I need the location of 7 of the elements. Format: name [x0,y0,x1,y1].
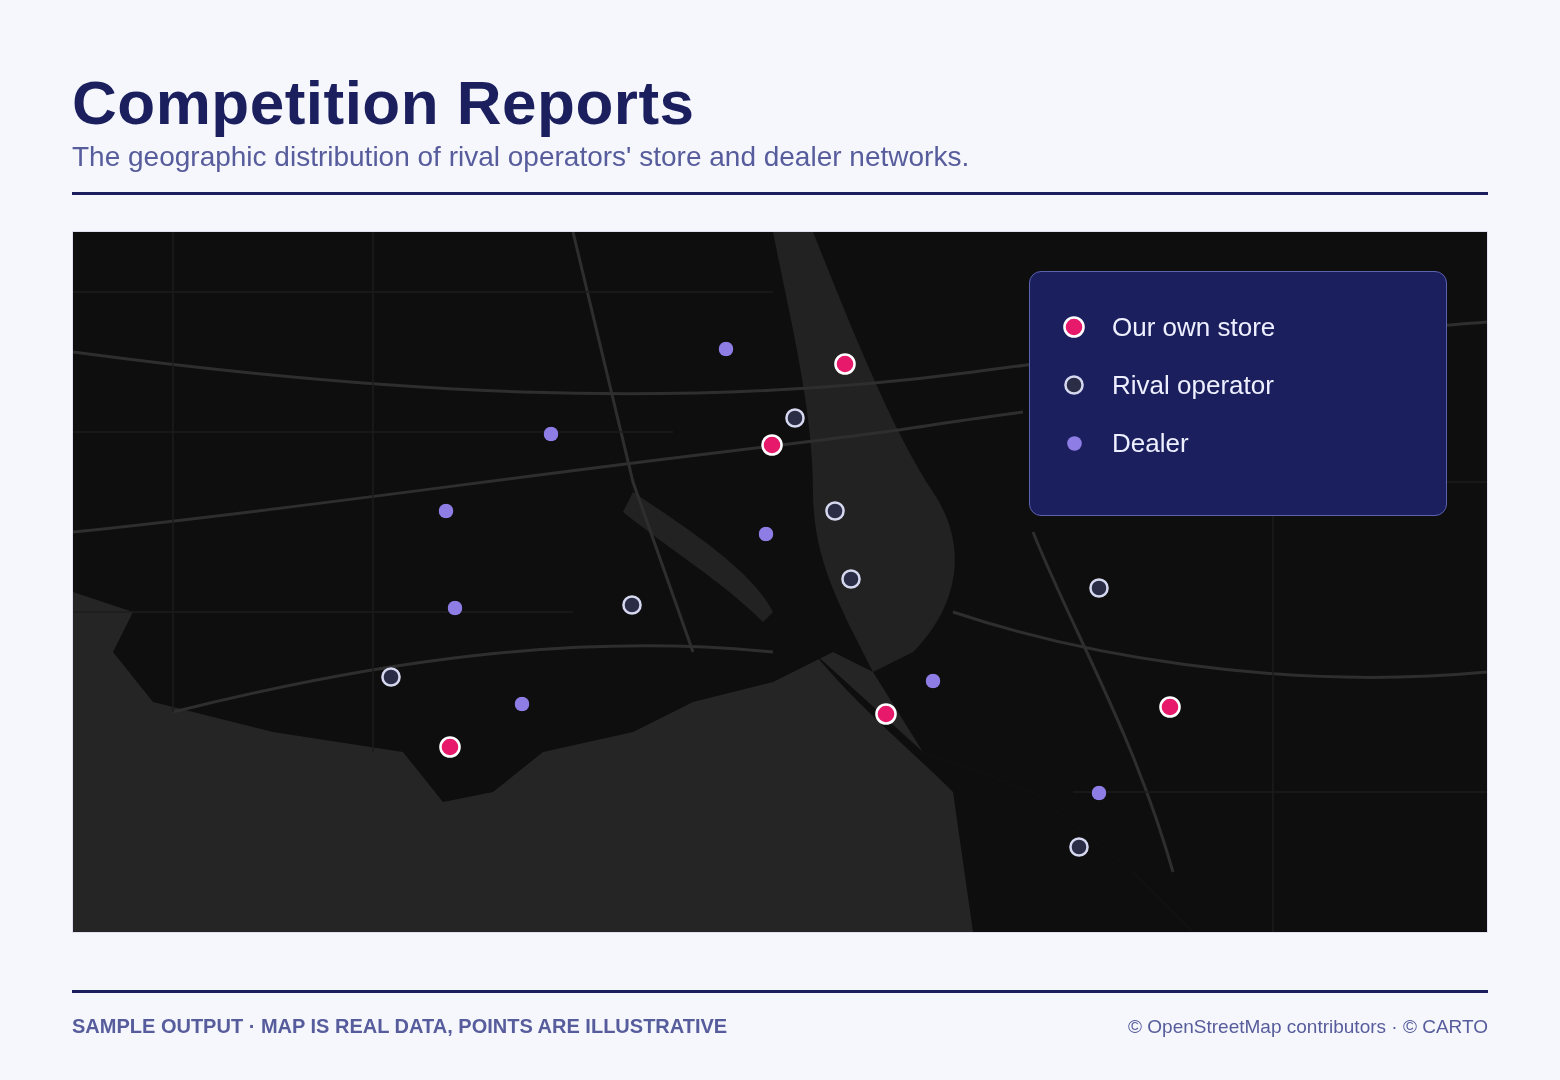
page-subtitle: The geographic distribution of rival operators' store and dealer networks. [72,140,971,174]
page-title: Competition Reports [72,68,696,138]
footer-note: SAMPLE OUTPUT · MAP IS REAL DATA, POINTS ARE ILLUSTRATIVE [72,1015,728,1038]
legend-label: Dealer [1112,430,1189,456]
legend-label: Our own store [1112,314,1276,340]
legend-label: Rival operator [1112,372,1274,398]
map-credit: © OpenStreetMap contributors · © CARTO [1128,1015,1488,1038]
